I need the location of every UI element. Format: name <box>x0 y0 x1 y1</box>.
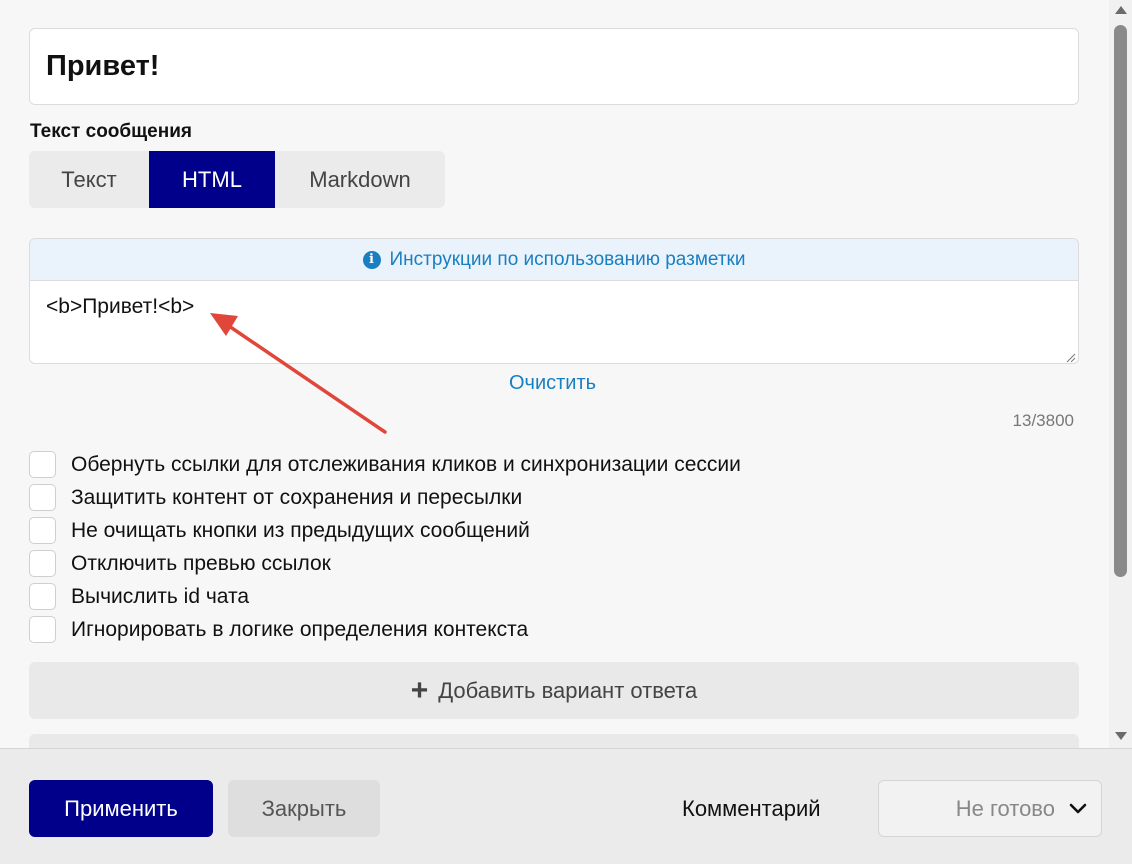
checkbox[interactable] <box>29 550 56 577</box>
option-wrap-links[interactable]: Обернуть ссылки для отслеживания кликов … <box>29 448 741 481</box>
option-label: Защитить контент от сохранения и пересыл… <box>71 485 523 509</box>
option-protect-content[interactable]: Защитить контент от сохранения и пересыл… <box>29 481 741 514</box>
apply-button[interactable]: Применить <box>29 780 213 837</box>
tab-markdown[interactable]: Markdown <box>275 151 445 208</box>
message-text-label: Текст сообщения <box>30 121 192 142</box>
add-answer-label: Добавить вариант ответа <box>438 677 698 703</box>
info-icon: i <box>362 250 381 269</box>
format-tabs: Текст HTML Markdown <box>29 151 445 208</box>
option-label: Не очищать кнопки из предыдущих сообщени… <box>71 518 530 542</box>
option-label: Вычислить id чата <box>71 584 250 608</box>
footer-bar: Применить Закрыть Комментарий Не готово <box>0 748 1132 864</box>
message-editor: i Инструкции по использованию разметки <… <box>29 238 1079 364</box>
option-keep-buttons[interactable]: Не очищать кнопки из предыдущих сообщени… <box>29 514 741 547</box>
tab-html[interactable]: HTML <box>149 151 275 208</box>
message-preview: Привет! <box>29 28 1079 105</box>
chevron-down-icon <box>1069 803 1087 813</box>
message-textarea[interactable]: <b>Привет!<b> <box>30 281 1078 363</box>
status-value: Не готово <box>955 795 1055 821</box>
option-label: Игнорировать в логике определения контек… <box>71 617 529 641</box>
option-ignore-context[interactable]: Игнорировать в логике определения контек… <box>29 613 741 646</box>
option-compute-chat-id[interactable]: Вычислить id чата <box>29 580 741 613</box>
resize-handle-icon[interactable] <box>1064 351 1076 363</box>
message-options: Обернуть ссылки для отслеживания кликов … <box>29 448 741 646</box>
tab-text[interactable]: Текст <box>29 151 149 208</box>
character-counter: 13/3800 <box>1012 411 1074 430</box>
scrollbar-thumb[interactable] <box>1114 25 1127 577</box>
status-select[interactable]: Не готово <box>878 780 1102 837</box>
option-label: Обернуть ссылки для отслеживания кликов … <box>71 452 741 476</box>
vertical-scrollbar[interactable] <box>1109 0 1132 748</box>
checkbox[interactable] <box>29 484 56 511</box>
checkbox[interactable] <box>29 583 56 610</box>
scroll-down-arrow-icon[interactable] <box>1115 732 1127 740</box>
plus-icon: + <box>410 673 429 707</box>
option-label: Отключить превью ссылок <box>71 551 331 575</box>
markup-instructions-link[interactable]: i Инструкции по использованию разметки <box>30 239 1078 281</box>
close-button[interactable]: Закрыть <box>228 780 380 837</box>
add-answer-button[interactable]: + Добавить вариант ответа <box>29 662 1079 719</box>
markup-instructions-label: Инструкции по использованию разметки <box>389 248 746 270</box>
preview-text: Привет! <box>46 50 160 82</box>
comment-button[interactable]: Комментарий <box>682 796 821 822</box>
scroll-up-arrow-icon[interactable] <box>1115 6 1127 14</box>
message-textarea-value: <b>Привет!<b> <box>46 295 195 318</box>
checkbox[interactable] <box>29 616 56 643</box>
checkbox[interactable] <box>29 451 56 478</box>
clear-link[interactable]: Очистить <box>509 372 596 395</box>
option-disable-link-preview[interactable]: Отключить превью ссылок <box>29 547 741 580</box>
checkbox[interactable] <box>29 517 56 544</box>
